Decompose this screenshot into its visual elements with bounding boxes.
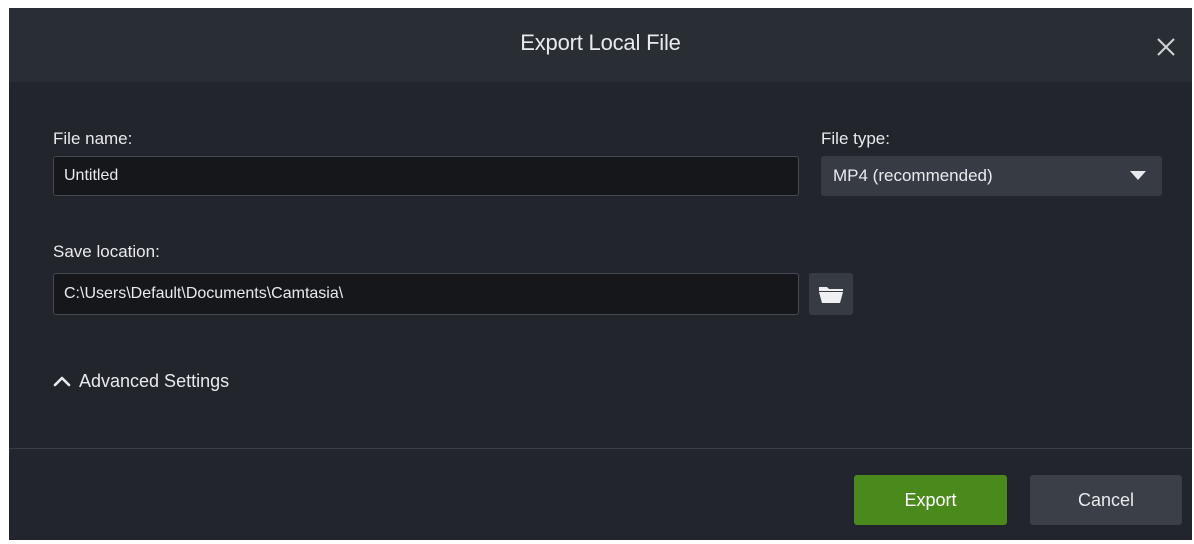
save-location-label: Save location: — [53, 242, 160, 261]
close-icon — [1157, 38, 1175, 56]
chevron-up-icon — [53, 376, 71, 387]
file-type-select[interactable]: MP4 (recommended) — [821, 156, 1162, 196]
folder-icon — [819, 287, 843, 303]
advanced-settings-toggle[interactable]: Advanced Settings — [53, 367, 229, 395]
caret-down-icon — [1130, 171, 1146, 180]
browse-folder-button[interactable] — [809, 273, 853, 315]
advanced-settings-label: Advanced Settings — [79, 370, 230, 391]
dialog-titlebar: Export Local File — [9, 8, 1192, 82]
file-name-input[interactable]: Untitled — [53, 156, 799, 196]
save-location-input[interactable]: C:\Users\Default\Documents\Camtasia\ — [53, 273, 799, 315]
file-name-label: File name: — [53, 129, 133, 148]
cancel-button[interactable]: Cancel — [1030, 475, 1182, 525]
export-button[interactable]: Export — [854, 475, 1007, 525]
export-dialog: Export Local File File name: Untitled Fi… — [9, 8, 1192, 540]
footer-divider — [9, 448, 1192, 449]
close-button[interactable] — [1153, 34, 1179, 60]
file-type-selected: MP4 (recommended) — [833, 166, 993, 185]
file-type-label: File type: — [821, 129, 890, 148]
dialog-title: Export Local File — [520, 30, 681, 55]
